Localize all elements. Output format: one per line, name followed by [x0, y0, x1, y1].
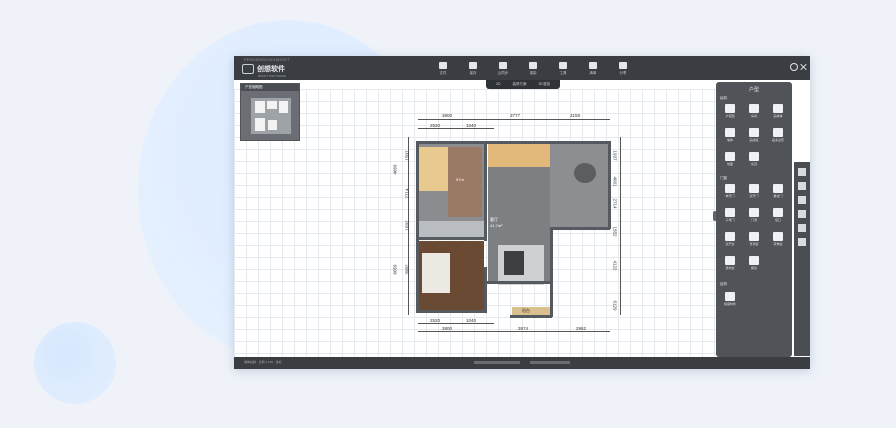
dim-right-3: 2714	[612, 198, 618, 209]
tab-3d[interactable]: 3D漫游	[532, 80, 555, 89]
status-bar: 墙体绘制 · 比例 1:100 · 坐标	[234, 357, 810, 369]
toolbar-render-button[interactable]: 渲染	[518, 62, 548, 78]
side-tab-2[interactable]	[798, 182, 806, 190]
save-icon	[469, 62, 477, 69]
panel-item-window[interactable]: 普通窗	[744, 232, 764, 246]
main-toolbar: 文件 保存 云同步 渲染 工具 清单 分享	[428, 62, 638, 78]
panel-item-line[interactable]: 画线段	[744, 128, 764, 142]
panel-item-ceiling[interactable]: 房顶	[744, 152, 764, 166]
tab-design[interactable]: 装修方案	[506, 80, 532, 89]
side-tab-3[interactable]	[798, 196, 806, 204]
dim-left-1: 1507	[404, 150, 410, 161]
minimap[interactable]: 户型缩略图	[240, 83, 300, 141]
dim-bottom-3: 2962	[576, 326, 587, 331]
brand-logo: 创想软件	[242, 64, 285, 74]
dim-top-3: 3159	[570, 113, 581, 118]
close-icon[interactable]	[800, 63, 808, 71]
panel-item-beam[interactable]: 横梁构件	[720, 292, 740, 306]
minimap-plan	[251, 98, 291, 134]
dim-top-inner-1: 2520	[430, 123, 441, 128]
panel-item-room[interactable]: 房间	[744, 104, 764, 118]
file-icon	[439, 62, 447, 69]
panel-item-single-door[interactable]: 单开门	[720, 184, 740, 198]
minimap-title: 户型缩略图	[241, 84, 299, 91]
dim-left-3: 2714	[404, 188, 410, 199]
room-area-label: 97m	[456, 177, 464, 182]
toolbar-list-button[interactable]: 清单	[578, 62, 608, 78]
panel-side-strip	[794, 162, 810, 356]
zoom-slider[interactable]	[474, 361, 520, 364]
dim-right-5: 4122	[612, 260, 618, 271]
dim-right-2: 4661	[612, 176, 618, 187]
view-tabs: 2D 装修方案 3D漫游	[486, 80, 560, 89]
dim-right-1: 1937	[612, 150, 618, 161]
panel-item-mother-door[interactable]: 子母门	[720, 208, 740, 222]
dim-bottom-inner-1: 2520	[430, 318, 441, 323]
app-window: PERIMENSCHOLMSOFT 创想软件 DSOFT SOFTWARE 文件…	[234, 56, 810, 369]
toolbar-tools-button[interactable]: 工具	[548, 62, 578, 78]
panel-item-polygon[interactable]: 画多边形	[768, 128, 788, 142]
window-caption: PERIMENSCHOLMSOFT	[244, 57, 291, 62]
bedroom-east[interactable]	[550, 143, 608, 227]
render-icon	[529, 62, 537, 69]
list-icon	[589, 62, 597, 69]
panel-item-floorplan[interactable]: 户型图	[720, 104, 740, 118]
scale-slider[interactable]	[530, 361, 570, 364]
dim-left-6: 3982	[404, 264, 410, 275]
side-tab-4[interactable]	[798, 210, 806, 218]
side-tab-5[interactable]	[798, 224, 806, 232]
dim-top-inner-2: 1040	[466, 123, 477, 128]
logo-icon	[242, 64, 254, 74]
toolbar-file-button[interactable]: 文件	[428, 62, 458, 78]
dim-left-2: 4669	[392, 164, 398, 175]
side-tab-1[interactable]	[798, 168, 806, 176]
help-icon[interactable]	[790, 63, 798, 71]
tools-icon	[559, 62, 567, 69]
side-tab-6[interactable]	[798, 238, 806, 246]
background-blob-small	[34, 322, 116, 404]
bathroom[interactable]	[418, 221, 484, 237]
panel-item-double-window[interactable]: 双开窗	[720, 232, 740, 246]
panel-item-doorway[interactable]: 门洞	[744, 208, 764, 222]
floor-plan[interactable]: 3800 3777 3159 2520 1040 1507 4669 2714 …	[393, 113, 622, 332]
cloud-icon	[499, 62, 507, 69]
tab-2d[interactable]: 2D	[490, 80, 506, 89]
panel-item-floor-window[interactable]: 落地窗	[720, 256, 740, 270]
component-panel: 户型 绘制 户型图 房间 画墙体 墙体 画线段 画多边形 地面 房顶 门窗 单开…	[716, 82, 792, 357]
dim-left-5: 6059	[392, 264, 398, 275]
dim-right-4: 1552	[612, 226, 618, 237]
kitchen[interactable]	[488, 143, 550, 167]
share-icon	[619, 62, 627, 69]
toolbar-save-button[interactable]: 保存	[458, 62, 488, 78]
brand-subtitle: DSOFT SOFTWARE	[258, 74, 286, 78]
panel-item-draw-wall[interactable]: 画墙体	[768, 104, 788, 118]
balcony-label: 阳台	[522, 308, 530, 313]
section-draw-label: 绘制	[720, 96, 727, 100]
status-text: 墙体绘制 · 比例 1:100 · 坐标	[244, 360, 282, 364]
panel-item-bay-window[interactable]: 飘窗	[744, 256, 764, 270]
panel-item-arch[interactable]: 垭口	[768, 208, 788, 222]
toolbar-cloud-button[interactable]: 云同步	[488, 62, 518, 78]
dim-bottom-inner-2: 1040	[466, 318, 477, 323]
panel-item-double-door[interactable]: 双开门	[744, 184, 764, 198]
dim-right-6: 6129	[612, 300, 618, 311]
living-room-area: 41.7m²	[490, 223, 503, 228]
panel-item-sliding-door[interactable]: 推拉门	[768, 184, 788, 198]
dim-bottom-1: 3800	[442, 326, 453, 331]
title-bar: PERIMENSCHOLMSOFT 创想软件 DSOFT SOFTWARE 文件…	[234, 56, 810, 80]
panel-item-wall[interactable]: 墙体	[720, 128, 740, 142]
panel-title: 户型	[748, 87, 759, 93]
panel-item-corner-window[interactable]: 转角窗	[768, 232, 788, 246]
brand-name: 创想软件	[257, 66, 285, 73]
section-doors-label: 门窗	[720, 176, 727, 180]
dim-left-4: 1692	[404, 220, 410, 231]
dim-top-1: 3800	[442, 113, 453, 118]
dim-bottom-2: 3974	[518, 326, 529, 331]
toolbar-share-button[interactable]: 分享	[608, 62, 638, 78]
dim-top-2: 3777	[510, 113, 521, 118]
panel-item-floor[interactable]: 地面	[720, 152, 740, 166]
section-structure-label: 结构	[720, 282, 727, 286]
